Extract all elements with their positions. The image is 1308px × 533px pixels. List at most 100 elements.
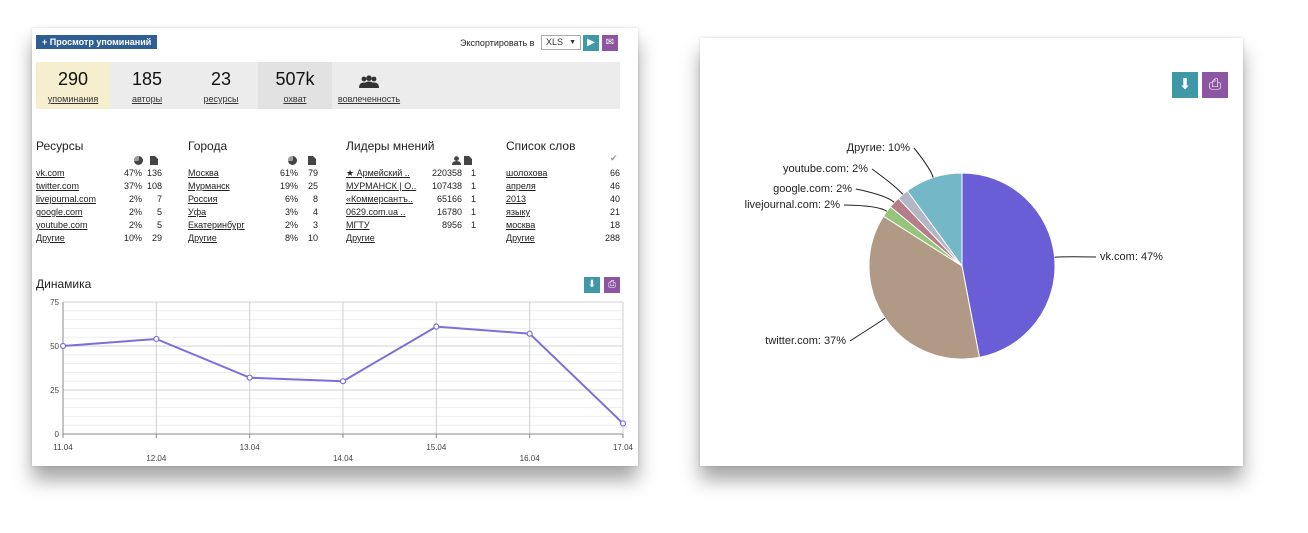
x-tick-label: 17.04 xyxy=(613,443,634,452)
count-cell: 79 xyxy=(307,168,318,178)
x-tick-label: 14.04 xyxy=(333,454,354,463)
pie-slice[interactable] xyxy=(961,172,1056,358)
share-cell: 37% xyxy=(123,181,142,191)
row-link[interactable]: twitter.com xyxy=(36,180,79,193)
pie-label-leader xyxy=(855,188,895,203)
table-row: МГТУ 8956 1 xyxy=(346,219,476,232)
table-row: Россия 6% 8 xyxy=(188,193,318,206)
data-point[interactable] xyxy=(153,335,160,343)
data-point[interactable] xyxy=(433,323,440,330)
count-cell: 108 xyxy=(146,181,162,191)
row-link[interactable]: Другие xyxy=(506,232,535,245)
data-point[interactable] xyxy=(246,374,253,381)
dynamics-line-chart: 0 25 50 75 11.04 12.04 13.04 14.04 15.04 16.04 17.… xyxy=(50,298,634,463)
count-cell: 1 xyxy=(470,220,476,230)
share-cell: 3% xyxy=(284,207,298,217)
table-row: twitter.com 37% 108 xyxy=(36,180,162,193)
stat-engagement[interactable]: вовлеченность xyxy=(332,62,406,109)
table-row: 0629.com.ua .. 16780 1 xyxy=(346,206,476,219)
row-link[interactable]: Другие xyxy=(346,232,375,245)
share-cell: 19% xyxy=(279,181,298,191)
table-row: Мурманск 19% 25 xyxy=(188,180,318,193)
document-icon xyxy=(150,156,158,165)
y-tick-label: 0 xyxy=(55,430,60,439)
table-row: апреля 46 xyxy=(506,180,620,193)
table-row: livejournal.com 2% 7 xyxy=(36,193,162,206)
pie-chart-icon xyxy=(134,156,143,165)
print-button[interactable]: ⎙ xyxy=(604,277,620,293)
row-link[interactable]: 0629.com.ua .. xyxy=(346,206,406,219)
row-link[interactable]: языку xyxy=(506,206,530,219)
view-mentions-button[interactable]: + Просмотр упоминаний xyxy=(36,35,158,49)
row-link[interactable]: москва xyxy=(506,219,535,232)
row-link[interactable]: МУРМАНСК | О.. xyxy=(346,180,416,193)
document-icon xyxy=(464,156,472,165)
download-icon: ⬇ xyxy=(587,279,597,290)
email-button[interactable]: ✉ xyxy=(602,35,618,51)
export-format-select[interactable]: XLS ▼ xyxy=(541,35,581,50)
row-link[interactable]: ★ Армейский .. xyxy=(346,167,410,180)
table-row: google.com 2% 5 xyxy=(36,206,162,219)
count-cell: 1 xyxy=(470,207,476,217)
count-cell: 1 xyxy=(470,181,476,191)
pie-slice-label: youtube.com: 2% xyxy=(783,163,868,175)
row-link[interactable]: Екатеринбург xyxy=(188,219,245,232)
count-cell: 8 xyxy=(312,194,318,204)
count-cell: 25 xyxy=(307,181,318,191)
reach-cell: 8956 xyxy=(441,220,462,230)
row-link[interactable]: Уфа xyxy=(188,206,206,219)
data-point[interactable] xyxy=(619,420,627,427)
row-link[interactable]: vk.com xyxy=(36,167,65,180)
count-cell: 136 xyxy=(146,168,162,178)
table-row: Другие 10% 29 xyxy=(36,232,162,245)
row-link[interactable]: Москва xyxy=(188,167,219,180)
words-title: Список слов xyxy=(506,139,576,153)
word-list-table: Список слов ✔ шолохова 66 апреля 46 2013 40 яз… xyxy=(506,139,620,245)
row-link[interactable]: youtube.com xyxy=(36,219,88,232)
table-row: 2013 40 xyxy=(506,193,620,206)
row-link[interactable]: Другие xyxy=(188,232,217,245)
row-link[interactable]: шолохова xyxy=(506,167,547,180)
row-link[interactable]: Мурманск xyxy=(188,180,230,193)
stat-authors[interactable]: 185 авторы xyxy=(110,62,184,109)
pie-chart-icon xyxy=(288,156,297,165)
download-button[interactable]: ⬇ xyxy=(584,277,600,293)
row-link[interactable]: Россия xyxy=(188,193,218,206)
stat-mentions[interactable]: 290 упоминания xyxy=(36,62,110,109)
count-cell: 66 xyxy=(609,168,620,178)
row-link[interactable]: «Коммерсантъ.. xyxy=(346,193,413,206)
checkmark-icon: ✔ xyxy=(610,153,618,163)
stat-resources[interactable]: 23 ресурсы xyxy=(184,62,258,109)
reach-cell: 16780 xyxy=(436,207,462,217)
share-cell: 47% xyxy=(123,168,142,178)
x-tick-label: 16.04 xyxy=(520,454,541,463)
row-link[interactable]: 2013 xyxy=(506,193,526,206)
table-row: Уфа 3% 4 xyxy=(188,206,318,219)
stat-label: ресурсы xyxy=(203,94,239,104)
export-go-button[interactable]: ▶ xyxy=(583,35,599,51)
data-point[interactable] xyxy=(526,330,533,337)
table-row: youtube.com 2% 5 xyxy=(36,219,162,232)
reach-cell: 107438 xyxy=(431,181,462,191)
row-link[interactable]: google.com xyxy=(36,206,83,219)
row-link[interactable]: Другие xyxy=(36,232,65,245)
count-cell: 4 xyxy=(312,207,318,217)
share-cell: 10% xyxy=(123,233,142,243)
table-row: vk.com 47% 136 xyxy=(36,167,162,180)
y-tick-label: 25 xyxy=(50,386,59,395)
pie-label-leader xyxy=(843,204,888,212)
stat-value: 290 xyxy=(57,69,89,89)
row-link[interactable]: МГТУ xyxy=(346,219,370,232)
pie-label-leader xyxy=(871,168,904,195)
x-tick-label: 11.04 xyxy=(53,443,73,452)
pie-label-leader xyxy=(1054,256,1097,258)
pie-slice-label: Другие: 10% xyxy=(847,142,911,154)
count-cell: 1 xyxy=(470,194,476,204)
stat-reach[interactable]: 507k охват xyxy=(258,62,332,109)
data-point[interactable] xyxy=(59,342,67,350)
table-row: Другие 8% 10 xyxy=(188,232,318,245)
cities-table: Города Москва 61% 79 Мурманск 19% 25 Россия 6% 8… xyxy=(188,139,318,245)
row-link[interactable]: апреля xyxy=(506,180,536,193)
row-link[interactable]: livejournal.com xyxy=(36,193,96,206)
data-point[interactable] xyxy=(339,378,347,385)
